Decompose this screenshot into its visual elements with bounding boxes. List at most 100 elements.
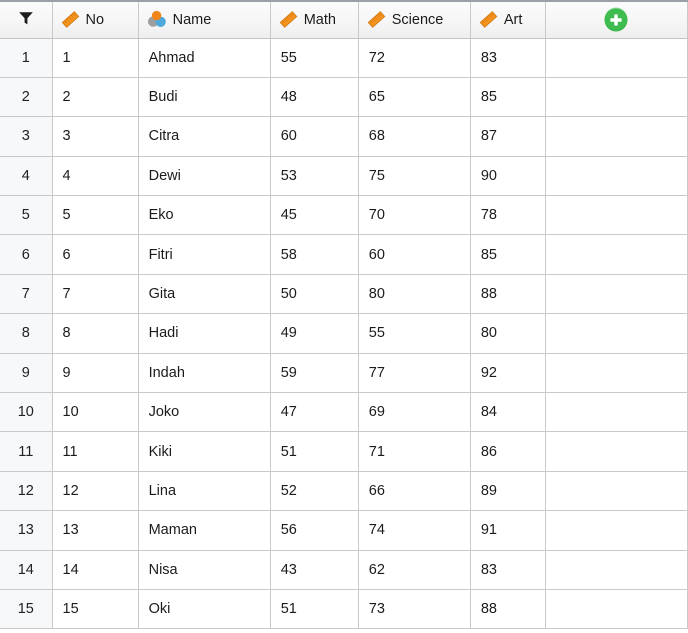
row-number-cell[interactable]: 11 [0, 431, 53, 472]
table-row[interactable]: 2 2 Budi 48 65 85 [0, 77, 688, 118]
empty-cell[interactable] [545, 274, 688, 315]
table-row[interactable]: 10 10 Joko 47 69 84 [0, 392, 688, 433]
cell-no[interactable]: 1 [52, 38, 139, 78]
cell-math[interactable]: 56 [270, 510, 359, 551]
row-number-cell[interactable]: 9 [0, 353, 53, 394]
column-header-no[interactable]: No [52, 2, 139, 39]
cell-math[interactable]: 59 [270, 353, 359, 394]
cell-no[interactable]: 12 [52, 471, 139, 512]
cell-no[interactable]: 2 [52, 77, 139, 118]
column-header-add[interactable] [545, 2, 688, 39]
row-number-cell[interactable]: 4 [0, 156, 53, 197]
column-header-filter[interactable] [0, 2, 53, 39]
table-row[interactable]: 4 4 Dewi 53 75 90 [0, 156, 688, 197]
cell-no[interactable]: 3 [52, 116, 139, 157]
cell-art[interactable]: 84 [470, 392, 546, 433]
row-number-cell[interactable]: 12 [0, 471, 53, 512]
cell-name[interactable]: Eko [138, 195, 271, 236]
cell-art[interactable]: 86 [470, 431, 546, 472]
empty-cell[interactable] [545, 392, 688, 433]
cell-no[interactable]: 9 [52, 353, 139, 394]
empty-cell[interactable] [545, 589, 688, 630]
cell-art[interactable]: 80 [470, 313, 546, 354]
empty-cell[interactable] [545, 116, 688, 157]
cell-math[interactable]: 50 [270, 274, 359, 315]
filter-funnel-icon[interactable] [17, 9, 35, 27]
cell-no[interactable]: 7 [52, 274, 139, 315]
cell-art[interactable]: 85 [470, 234, 546, 275]
cell-math[interactable]: 52 [270, 471, 359, 512]
cell-science[interactable]: 70 [358, 195, 471, 236]
cell-math[interactable]: 55 [270, 38, 359, 78]
cell-no[interactable]: 10 [52, 392, 139, 433]
empty-cell[interactable] [545, 313, 688, 354]
table-row[interactable]: 7 7 Gita 50 80 88 [0, 274, 688, 315]
cell-name[interactable]: Oki [138, 589, 271, 630]
cell-art[interactable]: 90 [470, 156, 546, 197]
column-header-art[interactable]: Art [470, 2, 546, 39]
row-number-cell[interactable]: 3 [0, 116, 53, 157]
empty-cell[interactable] [545, 38, 688, 78]
table-row[interactable]: 12 12 Lina 52 66 89 [0, 471, 688, 512]
row-number-cell[interactable]: 1 [0, 38, 53, 78]
cell-no[interactable]: 8 [52, 313, 139, 354]
cell-name[interactable]: Budi [138, 77, 271, 118]
row-number-cell[interactable]: 14 [0, 550, 53, 590]
cell-science[interactable]: 65 [358, 77, 471, 118]
cell-science[interactable]: 68 [358, 116, 471, 157]
cell-no[interactable]: 5 [52, 195, 139, 236]
cell-name[interactable]: Maman [138, 510, 271, 551]
cell-science[interactable]: 77 [358, 353, 471, 394]
row-number-cell[interactable]: 5 [0, 195, 53, 236]
cell-art[interactable]: 83 [470, 38, 546, 78]
row-number-cell[interactable]: 2 [0, 77, 53, 118]
table-row[interactable]: 11 11 Kiki 51 71 86 [0, 431, 688, 472]
empty-cell[interactable] [545, 156, 688, 197]
cell-name[interactable]: Ahmad [138, 38, 271, 78]
cell-art[interactable]: 88 [470, 274, 546, 315]
cell-name[interactable]: Citra [138, 116, 271, 157]
table-row[interactable]: 3 3 Citra 60 68 87 [0, 116, 688, 157]
cell-name[interactable]: Gita [138, 274, 271, 315]
cell-no[interactable]: 11 [52, 431, 139, 472]
table-row[interactable]: 1 1 Ahmad 55 72 83 [0, 38, 688, 78]
cell-art[interactable]: 92 [470, 353, 546, 394]
row-number-cell[interactable]: 7 [0, 274, 53, 315]
empty-cell[interactable] [545, 550, 688, 590]
cell-science[interactable]: 74 [358, 510, 471, 551]
cell-name[interactable]: Lina [138, 471, 271, 512]
cell-science[interactable]: 66 [358, 471, 471, 512]
cell-science[interactable]: 55 [358, 313, 471, 354]
empty-cell[interactable] [545, 353, 688, 394]
cell-math[interactable]: 49 [270, 313, 359, 354]
table-row[interactable]: 9 9 Indah 59 77 92 [0, 353, 688, 394]
cell-math[interactable]: 60 [270, 116, 359, 157]
cell-no[interactable]: 6 [52, 234, 139, 275]
table-row[interactable]: 6 6 Fitri 58 60 85 [0, 234, 688, 275]
cell-math[interactable]: 58 [270, 234, 359, 275]
cell-science[interactable]: 62 [358, 550, 471, 590]
table-row[interactable]: 15 15 Oki 51 73 88 [0, 589, 688, 630]
column-header-science[interactable]: Science [358, 2, 471, 39]
add-column-button[interactable] [603, 7, 629, 33]
cell-name[interactable]: Kiki [138, 431, 271, 472]
column-header-name[interactable]: Name [138, 2, 271, 39]
cell-science[interactable]: 60 [358, 234, 471, 275]
table-row[interactable]: 8 8 Hadi 49 55 80 [0, 313, 688, 354]
row-number-cell[interactable]: 8 [0, 313, 53, 354]
cell-science[interactable]: 69 [358, 392, 471, 433]
cell-art[interactable]: 78 [470, 195, 546, 236]
cell-math[interactable]: 47 [270, 392, 359, 433]
empty-cell[interactable] [545, 77, 688, 118]
cell-art[interactable]: 91 [470, 510, 546, 551]
cell-no[interactable]: 4 [52, 156, 139, 197]
table-row[interactable]: 5 5 Eko 45 70 78 [0, 195, 688, 236]
row-number-cell[interactable]: 13 [0, 510, 53, 551]
cell-name[interactable]: Dewi [138, 156, 271, 197]
cell-science[interactable]: 71 [358, 431, 471, 472]
cell-no[interactable]: 13 [52, 510, 139, 551]
cell-art[interactable]: 87 [470, 116, 546, 157]
empty-cell[interactable] [545, 471, 688, 512]
cell-no[interactable]: 15 [52, 589, 139, 630]
cell-math[interactable]: 51 [270, 589, 359, 630]
